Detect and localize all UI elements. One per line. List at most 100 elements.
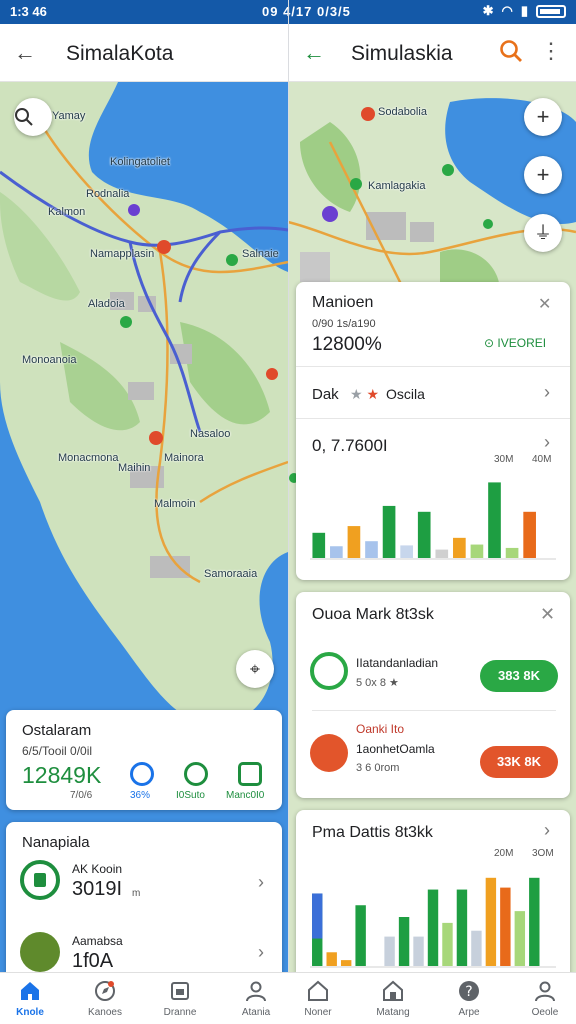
right-app-bar: ← Simulaskia ⋮ xyxy=(289,24,576,82)
map-search-button[interactable] xyxy=(14,98,52,136)
chevron-right-icon[interactable]: › xyxy=(258,942,264,963)
zoom-out-button[interactable]: + xyxy=(524,156,562,194)
summary-bar-chart xyxy=(310,482,556,560)
chart-bar xyxy=(347,526,361,558)
search-icon[interactable] xyxy=(498,38,524,64)
check-circle-icon: ⊙ xyxy=(484,336,495,350)
zoom-in-button[interactable]: + xyxy=(524,98,562,136)
locate-button[interactable]: ⌖ xyxy=(236,650,274,688)
divider xyxy=(296,418,570,419)
nav-item-matang[interactable]: Matang xyxy=(357,979,429,1018)
location-icon xyxy=(20,860,60,900)
map-label: Monoanoia xyxy=(22,354,77,366)
chart-tag: 30M xyxy=(494,454,514,465)
chevron-right-icon[interactable]: › xyxy=(258,872,264,893)
chart-bar xyxy=(398,917,410,966)
summary-card-subtitle: 0/90 1s/a190 xyxy=(312,318,376,330)
summary-card-value: 12800% xyxy=(312,334,382,355)
chart-tag: 3OM xyxy=(532,848,554,859)
chart-bar xyxy=(505,547,519,558)
map-label: Maihin xyxy=(118,462,151,474)
stats-card-subtitle: 6/5/Tooil 0/0il xyxy=(22,744,93,758)
list-item-unit: m xyxy=(132,888,141,899)
chart-bar xyxy=(514,911,526,966)
left-app-bar: ← SimalaKota xyxy=(0,24,288,82)
list-item-name: Aamabsa xyxy=(72,934,123,948)
chart-bar xyxy=(417,511,431,558)
close-icon[interactable]: ✕ xyxy=(540,604,555,625)
more-options-icon[interactable]: ⋮ xyxy=(540,38,562,64)
chart-bar xyxy=(500,887,511,966)
stat-label: Manc0I0 xyxy=(226,790,265,801)
nav-item-home-2[interactable]: Noner xyxy=(282,979,354,1018)
map-label: Salnaie xyxy=(242,248,279,260)
data-card-title: Pma Dattis 8t3kk xyxy=(312,824,433,841)
chart-bar xyxy=(471,930,482,966)
stats-card-value: 12849K xyxy=(22,762,102,788)
list-item-value: 3019I xyxy=(72,878,123,900)
chart-bar xyxy=(485,877,497,966)
nav-item-map[interactable]: Dranne xyxy=(144,979,216,1018)
chart-label: 0, 7.7600I xyxy=(312,436,388,455)
map-label: Yamay xyxy=(52,110,86,122)
plus-icon: + xyxy=(536,104,550,129)
stats-card-title: Ostalaram xyxy=(22,722,92,739)
market-item-sub: 3 6 0rom xyxy=(356,762,400,774)
back-arrow-icon[interactable]: ← xyxy=(303,40,325,66)
chart-bar xyxy=(523,511,536,558)
market-item-name: IIatandanladian xyxy=(356,656,439,670)
status-time: 1:3 46 xyxy=(10,4,47,19)
page-title: Simulaskia xyxy=(351,42,453,65)
data-card[interactable]: Pma Dattis 8t3kk › 20M 3OM xyxy=(296,810,570,982)
stats-card-value-sub: 7/0/6 xyxy=(70,790,93,801)
price-badge[interactable]: 383 8K xyxy=(480,660,558,692)
nav-item-help[interactable]: ? Arpe xyxy=(433,979,505,1018)
map-label: Malmoin xyxy=(154,498,196,510)
chevron-right-icon[interactable]: › xyxy=(544,820,550,841)
nav-item-explore[interactable]: Kanoes xyxy=(69,979,141,1018)
chart-tag: 40M xyxy=(532,454,552,465)
chart-bar xyxy=(312,532,326,558)
summary-card[interactable]: Manioen ✕ 0/90 1s/a190 12800% ⊙ IVEOREI … xyxy=(296,282,570,580)
map-label: Kolingatoliet xyxy=(110,156,170,168)
divider xyxy=(296,366,570,367)
status-icons: ✱ ◠ ▮ xyxy=(483,3,566,19)
divider xyxy=(312,710,556,711)
compass-button[interactable]: ⏚ xyxy=(524,214,562,252)
data-bar-chart xyxy=(310,877,556,968)
stats-card[interactable]: Ostalaram 6/5/Tooil 0/0il 12849K 7/0/6 3… xyxy=(6,710,282,810)
leaf-icon xyxy=(20,932,60,972)
nav-item-home[interactable]: Knole xyxy=(0,979,66,1018)
chart-bar xyxy=(326,952,337,966)
market-card: Ouoa Mark 8t3sk ✕ IIatandanladian 5 0x 8… xyxy=(296,592,570,798)
wifi-icon: ◠ xyxy=(501,3,513,18)
search-icon xyxy=(15,108,33,126)
chart-bar xyxy=(427,889,439,966)
back-arrow-icon[interactable]: ← xyxy=(14,40,36,66)
chart-bar xyxy=(413,936,424,966)
grid-icon xyxy=(238,762,262,786)
nav-item-profile[interactable]: Oeole xyxy=(509,979,576,1018)
map-label: Mainora xyxy=(164,452,204,464)
page-title: SimalaKota xyxy=(66,42,174,65)
chevron-right-icon[interactable]: › xyxy=(544,432,550,453)
map-label: Nasaloo xyxy=(190,428,231,440)
map-label: Namapplasin xyxy=(90,248,155,260)
chart-bar xyxy=(330,546,343,558)
store-icon xyxy=(310,734,348,772)
map-label: Sodabolia xyxy=(378,106,427,118)
bottom-nav: Knole Kanoes Dranne Atania Noner Matang … xyxy=(0,972,576,1024)
list-card: Nanapiala AK Kooin 3019I m › Aamabsa 1f0… xyxy=(6,822,282,982)
chart-bar xyxy=(456,889,468,966)
chart-bar xyxy=(488,482,501,558)
rating-label: Dak xyxy=(312,386,339,403)
chart-bar xyxy=(470,544,484,558)
market-card-title: Ouoa Mark 8t3sk xyxy=(312,606,434,623)
price-badge[interactable]: 33K 8K xyxy=(480,746,558,778)
chevron-right-icon[interactable]: › xyxy=(544,382,550,403)
crosshair-icon: ⌖ xyxy=(249,659,261,679)
market-item-tag: Oanki Ito xyxy=(356,722,405,736)
tools-icon[interactable]: ✕ xyxy=(538,294,551,314)
map-label: Kamlagakia xyxy=(368,180,426,192)
map-label: Samoraaia xyxy=(204,568,258,580)
